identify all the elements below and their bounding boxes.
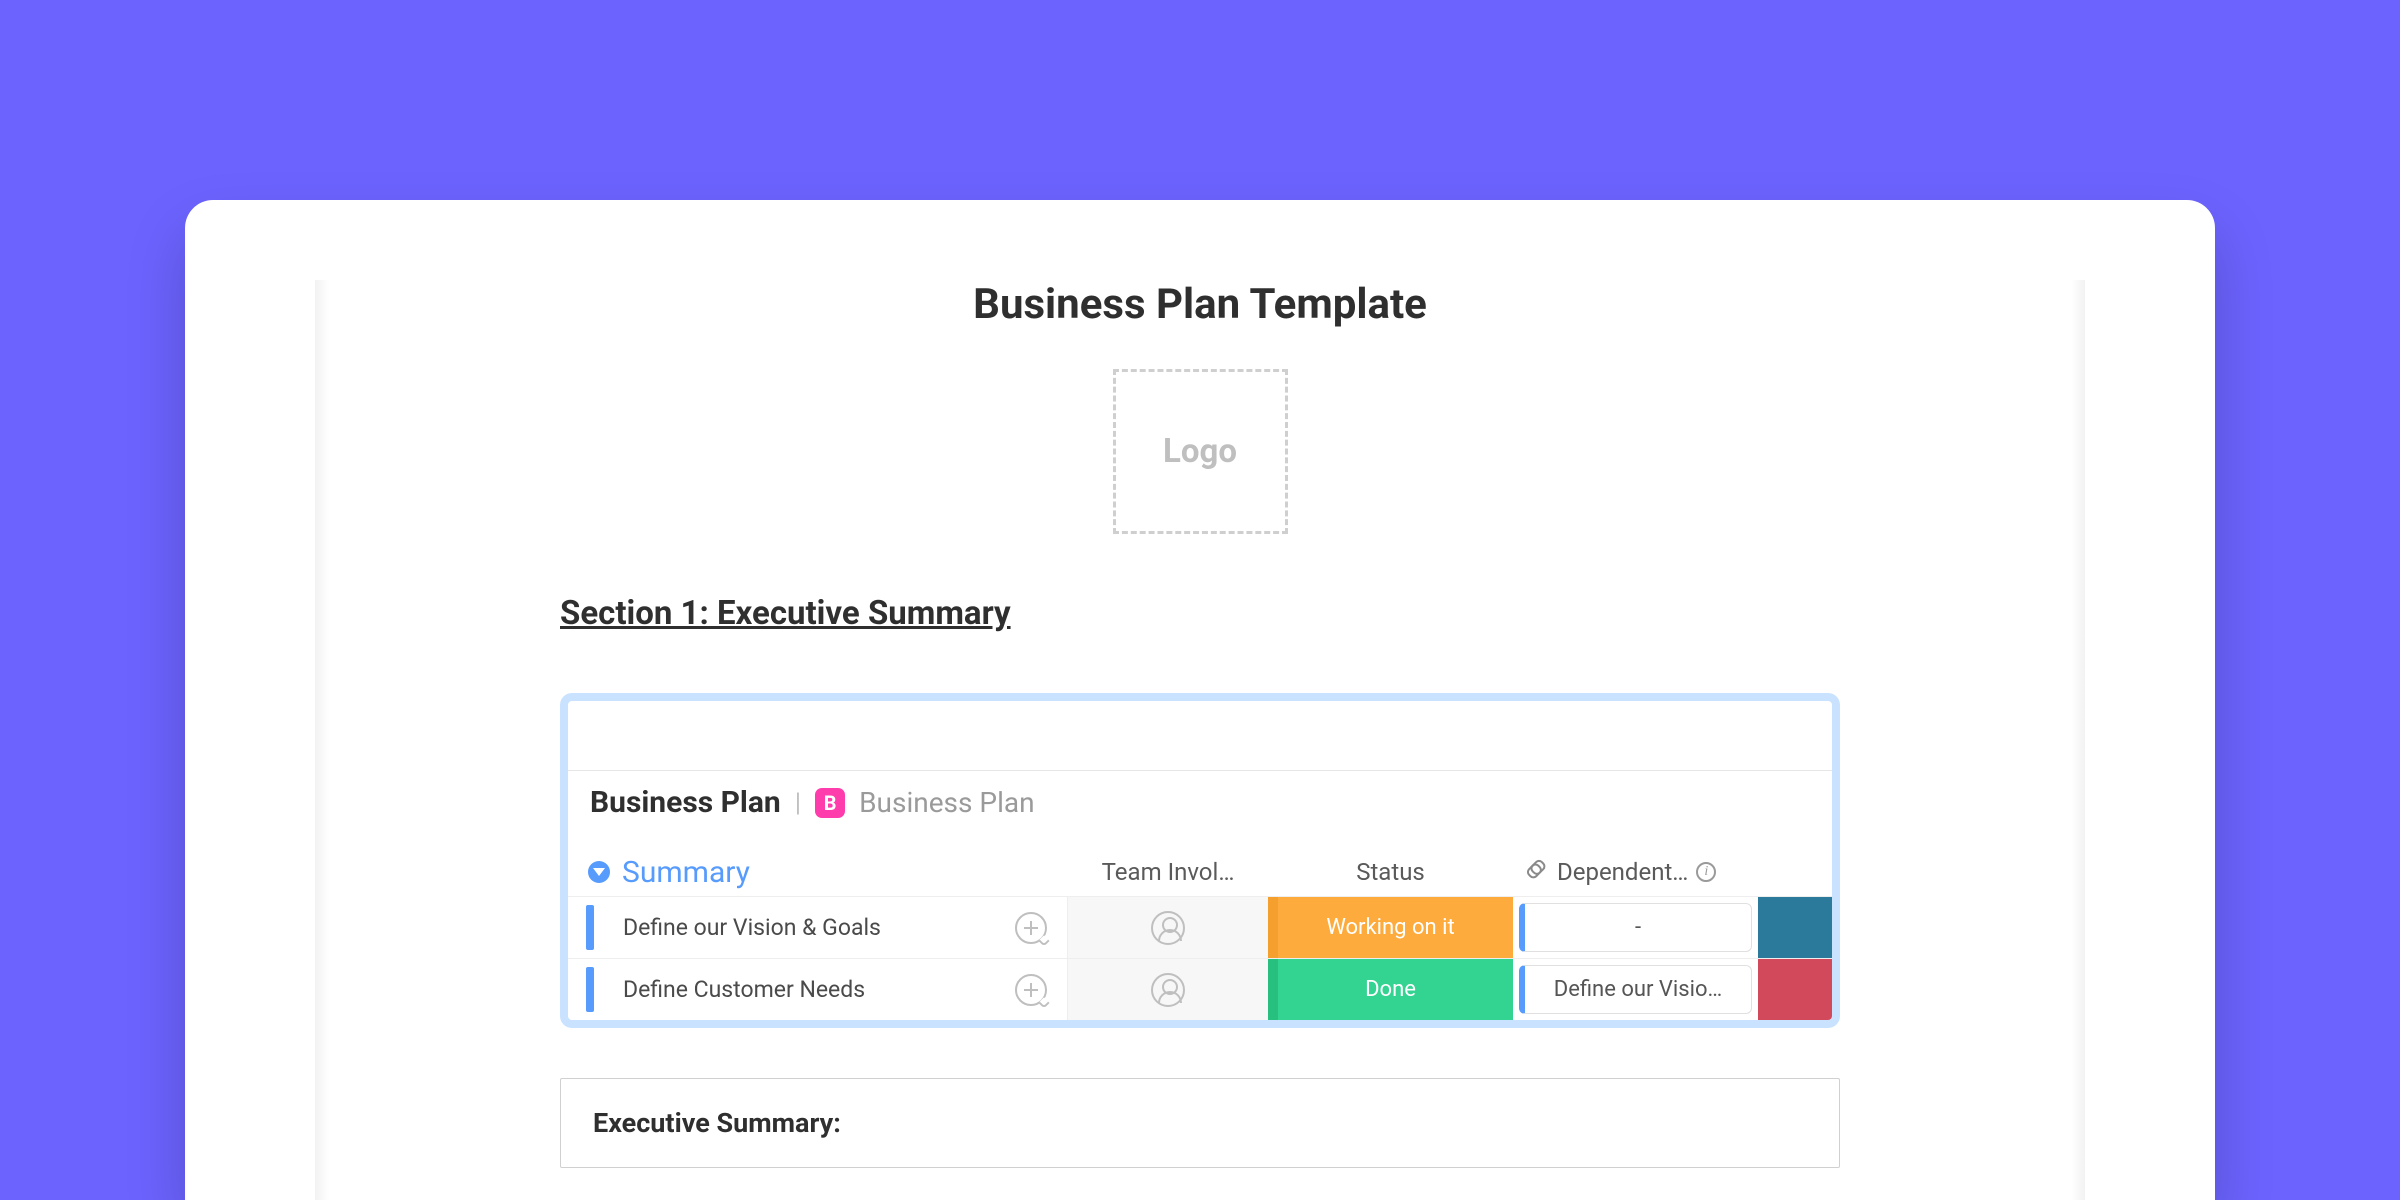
board-title: Business Plan (590, 785, 781, 820)
board-badge-icon: B (815, 788, 845, 818)
table-row[interactable]: Define our Vision & Goals Working on it … (568, 896, 1832, 958)
table-row[interactable]: Define Customer Needs Done Define our Vi… (568, 958, 1832, 1020)
executive-summary-box[interactable]: Executive Summary: (560, 1078, 1840, 1168)
column-header-priority[interactable]: Priority (1758, 848, 1840, 896)
priority-cell[interactable]: High (1758, 958, 1840, 1020)
item-name: Define our Vision & Goals (603, 914, 1003, 941)
row-accent (586, 905, 594, 950)
executive-summary-label: Executive Summary: (593, 1107, 841, 1139)
status-stripe (1268, 959, 1278, 1020)
dependent-pill: - (1519, 903, 1752, 952)
embedded-board[interactable]: Business Plan | B Business Plan Summary … (560, 693, 1840, 1028)
status-label: Done (1365, 977, 1416, 1002)
status-label: Working on it (1326, 915, 1454, 940)
person-icon (1151, 973, 1185, 1007)
team-cell[interactable] (1068, 896, 1268, 958)
chevron-down-icon (588, 861, 610, 883)
item-cell[interactable]: Define Customer Needs (568, 958, 1068, 1020)
status-stripe (1268, 897, 1278, 958)
add-update-icon[interactable] (1015, 912, 1047, 944)
dependent-label: Define our Visio… (1554, 977, 1722, 1002)
page-title: Business Plan Template (560, 280, 1840, 329)
person-icon (1151, 911, 1185, 945)
logo-placeholder-label: Logo (1163, 432, 1237, 471)
board-divider: | (795, 788, 801, 818)
group-name: Summary (622, 855, 750, 890)
board-header: Business Plan | B Business Plan (568, 771, 1832, 828)
section-heading: Section 1: Executive Summary (560, 594, 1840, 633)
row-accent (586, 967, 594, 1012)
dependent-label: - (1635, 915, 1641, 940)
item-name: Define Customer Needs (603, 976, 1003, 1003)
team-cell[interactable] (1068, 958, 1268, 1020)
dependent-pill: Define our Visio… (1519, 965, 1752, 1014)
board-spacer (568, 701, 1832, 771)
page-content: Business Plan Template Logo Section 1: E… (560, 280, 1840, 1168)
column-header-dependent[interactable]: Dependent… i (1513, 848, 1758, 896)
group-toggle[interactable]: Summary (568, 855, 1068, 890)
status-cell[interactable]: Working on it (1268, 896, 1513, 958)
logo-placeholder[interactable]: Logo (1113, 369, 1288, 534)
info-icon[interactable]: i (1696, 862, 1716, 882)
column-header-status[interactable]: Status (1268, 848, 1513, 896)
column-header-team[interactable]: Team Invol… (1068, 848, 1268, 896)
board-subtitle: Business Plan (859, 786, 1034, 819)
item-cell[interactable]: Define our Vision & Goals (568, 896, 1068, 958)
document-card: Business Plan Template Logo Section 1: E… (185, 200, 2215, 1200)
add-update-icon[interactable] (1015, 974, 1047, 1006)
status-cell[interactable]: Done (1268, 958, 1513, 1020)
column-header-dependent-label: Dependent… (1557, 858, 1688, 886)
priority-cell[interactable]: Critical (1758, 896, 1840, 958)
board-table: Summary Team Invol… Status Dependent… i … (568, 828, 1832, 1020)
link-icon (1525, 858, 1553, 886)
dependent-cell[interactable]: Define our Visio… (1513, 958, 1758, 1020)
dependent-cell[interactable]: - (1513, 896, 1758, 958)
group-header-row: Summary Team Invol… Status Dependent… i … (568, 848, 1832, 896)
